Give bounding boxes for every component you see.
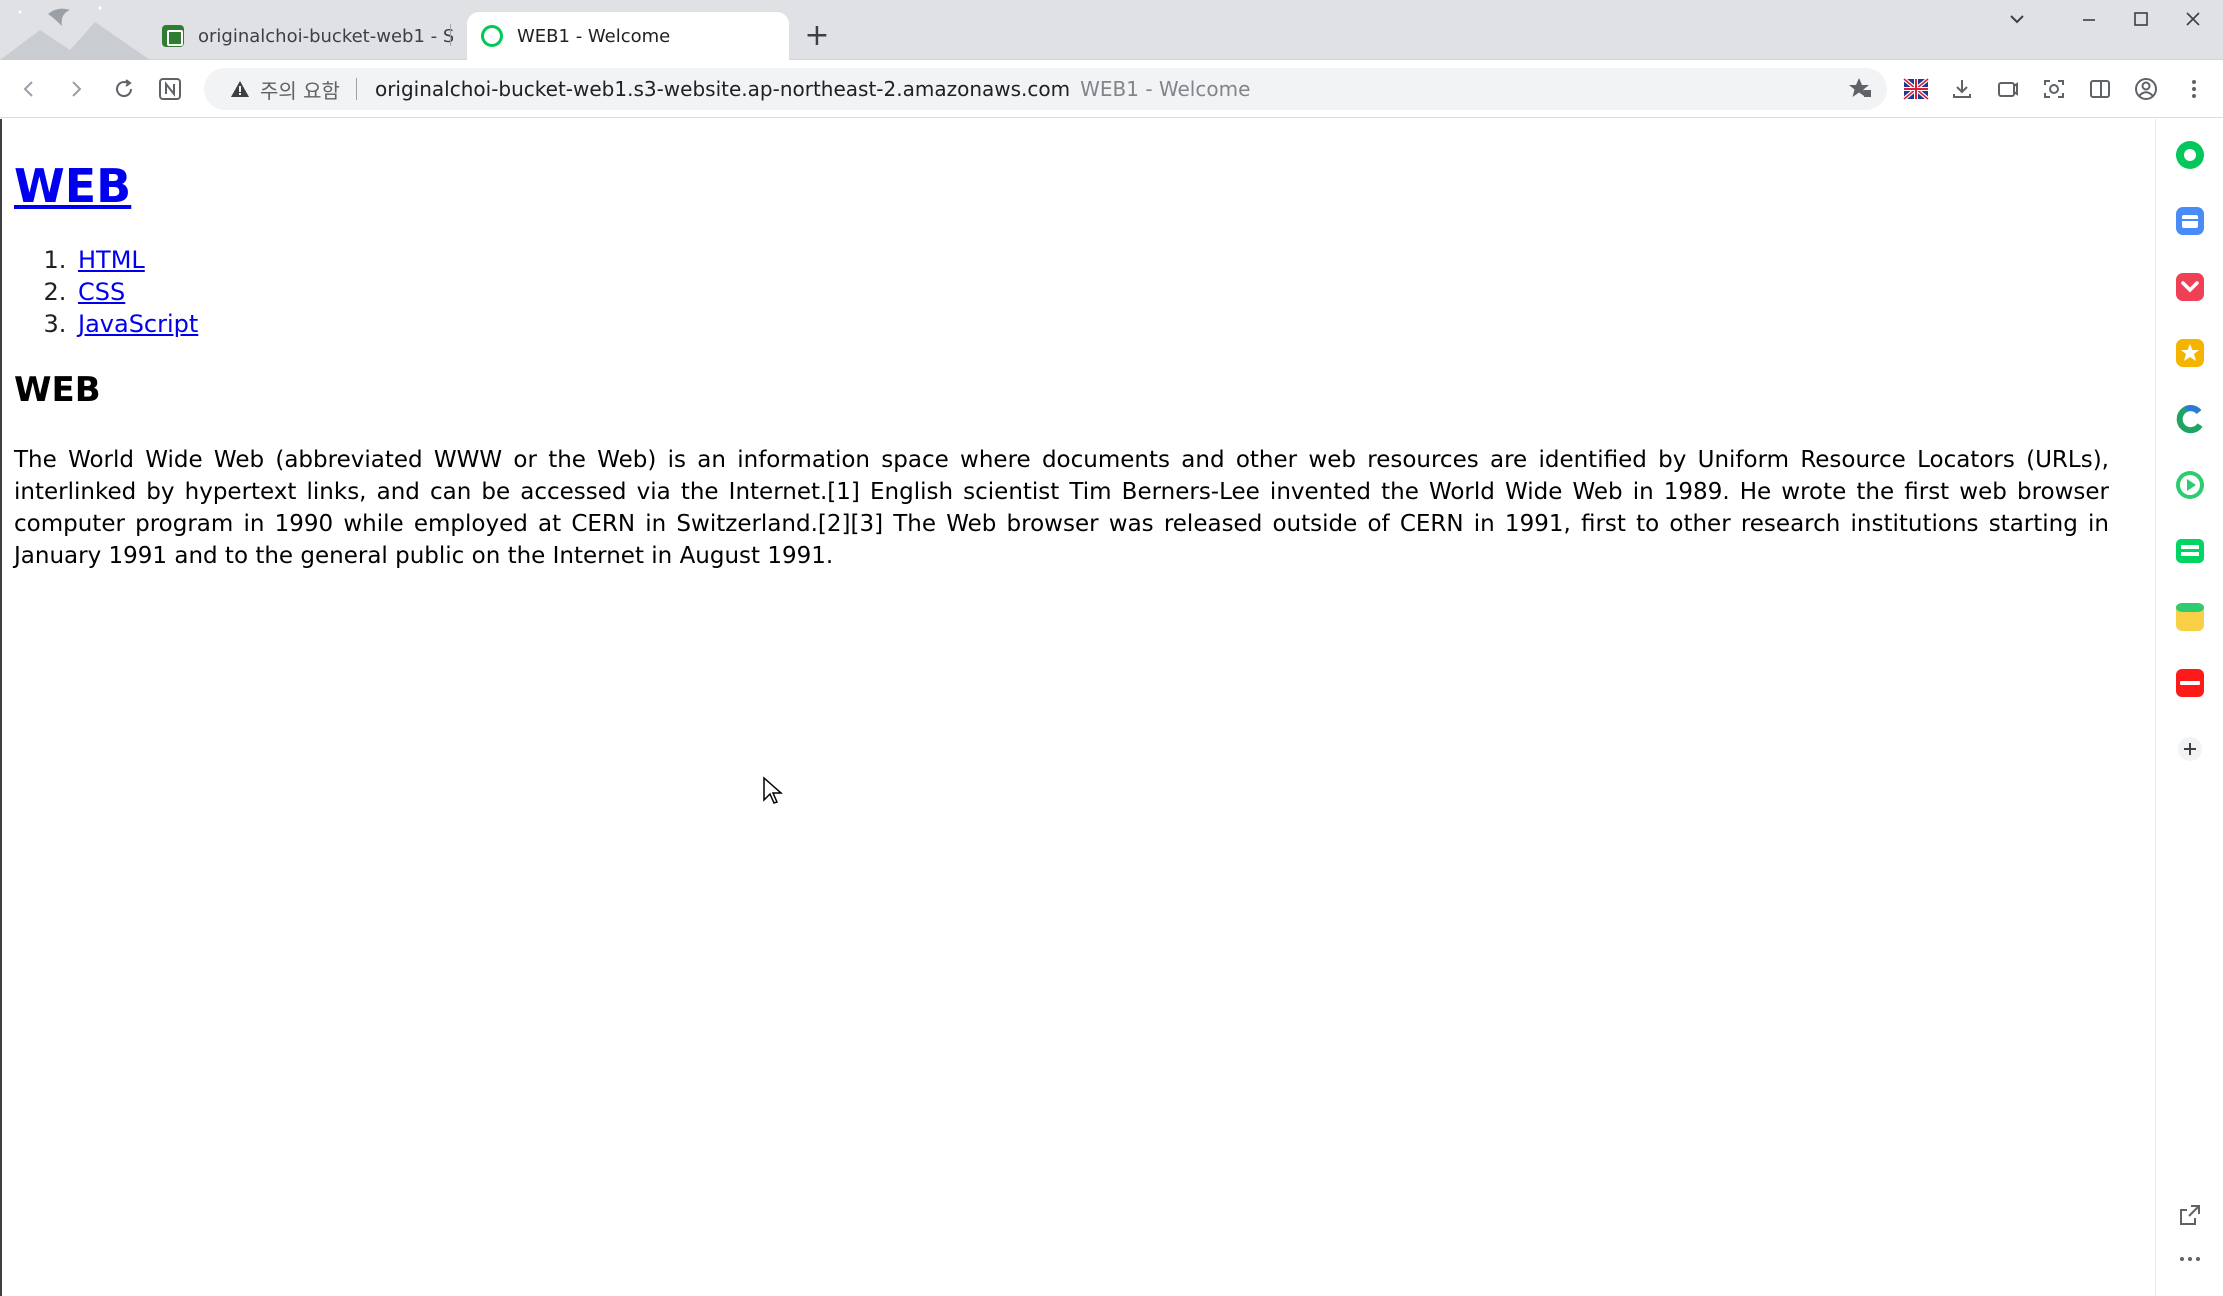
tab-title: originalchoi-bucket-web1 - S3 b	[198, 25, 453, 47]
tab-strip: originalchoi-bucket-web1 - S3 b WEB1 - W…	[0, 0, 2223, 60]
add-icon	[2178, 737, 2202, 761]
mouse-cursor-icon	[762, 776, 784, 810]
nav-link-css[interactable]: CSS	[78, 278, 125, 306]
more-icon	[2180, 1257, 2200, 1261]
list-item: JavaScript	[74, 308, 2141, 340]
list-item: HTML	[74, 244, 2141, 276]
sidebar-item-now[interactable]	[2174, 667, 2206, 699]
site-title-link[interactable]: WEB	[14, 159, 131, 213]
naver-whale-ring-icon	[481, 25, 503, 47]
download-icon	[1953, 80, 1971, 98]
green-circle-icon	[2176, 141, 2204, 169]
nav-link-html[interactable]: HTML	[78, 246, 145, 274]
topic-list: HTML CSS JavaScript	[14, 244, 2141, 340]
external-link-icon	[2180, 1205, 2200, 1225]
s3-bucket-icon	[162, 25, 184, 47]
minimize-icon	[2083, 19, 2095, 21]
new-tab-button[interactable]: +	[800, 20, 834, 54]
sidebar-item-webtoon[interactable]	[2174, 535, 2206, 567]
screenshot-button[interactable]	[2036, 71, 2072, 107]
security-status-label[interactable]: 주의 요함	[260, 75, 340, 104]
tab-title: WEB1 - Welcome	[517, 25, 671, 47]
maximize-icon	[2134, 12, 2148, 26]
sidebar-item-wallet[interactable]	[2174, 205, 2206, 237]
reload-icon	[116, 79, 133, 98]
profile-button[interactable]	[2128, 71, 2164, 107]
arrow-right-icon	[72, 81, 82, 97]
pocket-icon	[2176, 273, 2204, 301]
sidebar-item-notes[interactable]	[2174, 601, 2206, 633]
article-heading: WEB	[14, 370, 101, 411]
capture-video-button[interactable]	[1990, 71, 2026, 107]
sidebar-item-pocket[interactable]	[2174, 271, 2206, 303]
sidebar-external-link-button[interactable]	[2174, 1199, 2206, 1231]
webtoon-icon	[2176, 539, 2204, 563]
tab-strip-decoration	[0, 0, 150, 60]
address-bar[interactable]: 주의 요함 originalchoi-bucket-web1.s3-websit…	[204, 68, 1887, 110]
sidebar-item-play[interactable]	[2174, 469, 2206, 501]
sidebar-item-edge[interactable]	[2174, 403, 2206, 435]
maximize-button[interactable]	[2116, 6, 2166, 38]
translate-flag-button[interactable]	[1898, 71, 1934, 107]
bookmark-star-icon[interactable]	[1847, 76, 1873, 105]
reload-button[interactable]	[106, 71, 142, 107]
browser-sidebar	[2155, 119, 2223, 1296]
close-icon	[2186, 12, 2200, 26]
page-title-hint: WEB1 - Welcome	[1080, 77, 1251, 101]
tab-separator	[450, 24, 451, 46]
back-button[interactable]	[11, 71, 47, 107]
sidebar-item-green-circle[interactable]	[2174, 139, 2206, 171]
list-item: CSS	[74, 276, 2141, 308]
web-page-viewport: WEB HTML CSS JavaScript WEB The World Wi…	[0, 119, 2153, 1296]
arrow-left-icon	[23, 81, 33, 97]
url-text[interactable]: originalchoi-bucket-web1.s3-website.ap-n…	[375, 77, 1070, 101]
mountain-bird-decoration-icon	[0, 6, 150, 60]
nav-link-javascript[interactable]: JavaScript	[78, 310, 198, 338]
site-title: WEB	[14, 159, 2141, 214]
edge-c-icon	[2176, 405, 2203, 434]
menu-button[interactable]	[2176, 71, 2212, 107]
close-window-button[interactable]	[2168, 6, 2218, 38]
omnibox-divider	[355, 78, 357, 100]
minimize-button[interactable]	[2064, 6, 2114, 38]
tab-web1-welcome[interactable]: WEB1 - Welcome	[467, 12, 789, 60]
sidebar-item-star[interactable]	[2174, 337, 2206, 369]
wallet-icon	[2176, 207, 2204, 235]
notes-icon	[2176, 603, 2204, 631]
chevron-down-icon	[2010, 15, 2024, 24]
download-button[interactable]	[1944, 71, 1980, 107]
now-icon	[2176, 669, 2204, 697]
uk-flag-icon	[1903, 77, 1929, 101]
article-body: The World Wide Web (abbreviated WWW or t…	[14, 447, 2109, 570]
sidebar-more-button[interactable]	[2174, 1243, 2206, 1275]
video-frame-icon	[1998, 82, 2018, 97]
naver-n-icon	[159, 78, 181, 100]
sidebar-add-button[interactable]	[2174, 733, 2206, 765]
tab-s3-console[interactable]: originalchoi-bucket-web1 - S3 b	[148, 12, 453, 60]
split-view-button[interactable]	[2082, 71, 2118, 107]
star-badge-icon	[2176, 339, 2204, 367]
forward-button[interactable]	[58, 71, 94, 107]
tab-search-button[interactable]	[1992, 6, 2042, 38]
browser-toolbar: 주의 요함 originalchoi-bucket-web1.s3-websit…	[0, 60, 2223, 118]
kebab-menu-icon	[2192, 80, 2196, 98]
naver-home-button[interactable]	[152, 71, 188, 107]
split-view-icon	[2090, 80, 2110, 98]
camera-capture-icon	[2044, 80, 2064, 98]
warning-triangle-icon[interactable]	[230, 80, 250, 98]
play-circle-icon	[2176, 471, 2204, 499]
profile-icon	[2135, 78, 2157, 100]
